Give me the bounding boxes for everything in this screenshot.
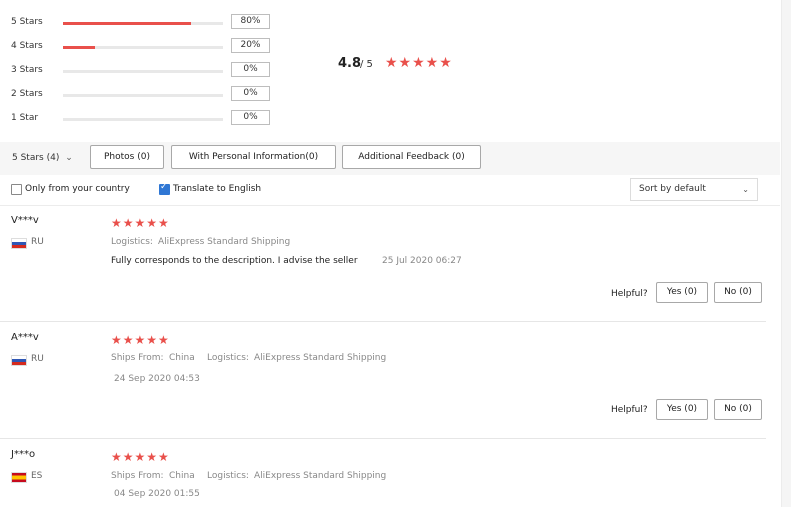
review-stars-icon: ★★★★★ [111,333,170,347]
logistics-value: AliExpress Standard Shipping [254,471,387,481]
review-date: 04 Sep 2020 01:55 [114,489,200,499]
average-rating: 4.8 [338,56,362,71]
rating-row-1[interactable]: 1 Star 0% [11,110,281,130]
sort-label: Sort by default [639,184,706,194]
review-item: J***o ES ★★★★★ Ships From: China Logisti… [0,439,766,507]
helpful-no-button[interactable]: No (0) [714,282,762,303]
reviewer-name: A***v [11,332,39,343]
rating-bar-track [63,118,223,121]
spain-flag-icon [11,472,27,483]
ships-from-value: China [169,353,195,363]
rating-bar-fill [63,46,95,49]
rating-percent: 0% [231,86,270,101]
review-item: V***v RU ★★★★★ Logistics: AliExpress Sta… [0,205,766,322]
review-item: A***v RU ★★★★★ Ships From: China Logisti… [0,322,766,439]
rating-percent: 0% [231,110,270,125]
chevron-down-icon: ⌄ [65,153,73,163]
review-text: Fully corresponds to the description. I … [111,256,358,266]
scrollbar-track[interactable] [781,0,791,507]
rating-summary: 5 Stars 80% 4 Stars 20% 3 Stars 0% 2 Sta… [0,0,780,142]
review-date: 24 Sep 2020 04:53 [114,374,200,384]
rating-bar-track [63,94,223,97]
options-bar: Only from your country Translate to Engl… [0,175,780,206]
rating-row-label: 1 Star [11,113,39,123]
only-country-checkbox[interactable] [11,184,22,195]
filter-bar: 5 Stars (4) ⌄ Photos (0) With Personal I… [0,142,780,175]
rating-scale: / 5 [360,59,373,70]
review-stars-icon: ★★★★★ [111,216,170,230]
rating-row-2[interactable]: 2 Stars 0% [11,86,281,106]
rating-row-label: 5 Stars [11,17,43,27]
translate-checkbox[interactable] [159,182,170,195]
rating-bar-fill [63,22,191,25]
rating-bar-track [63,46,223,49]
review-date: 25 Jul 2020 06:27 [382,256,462,266]
russia-flag-icon [11,355,27,366]
helpful-yes-button[interactable]: Yes (0) [656,282,708,303]
rating-bar-track [63,70,223,73]
average-stars-icon: ★★★★★ [385,55,453,71]
ships-from-label: Ships From: [111,471,164,481]
ships-from-value: China [169,471,195,481]
helpful-no-button[interactable]: No (0) [714,399,762,420]
reviewer-country: ES [31,471,43,481]
photos-filter-button[interactable]: Photos (0) [90,145,164,169]
helpful-label: Helpful? [611,405,648,415]
logistics-value: AliExpress Standard Shipping [254,353,387,363]
rating-percent: 0% [231,62,270,77]
chevron-down-icon: ⌄ [742,185,749,194]
rating-percent: 20% [231,38,270,53]
logistics-label: Logistics: [111,237,153,247]
reviewer-name: V***v [11,215,39,226]
rating-row-label: 4 Stars [11,41,43,51]
reviewer-country: RU [31,237,44,247]
russia-flag-icon [11,238,27,249]
review-stars-icon: ★★★★★ [111,450,170,464]
only-country-label: Only from your country [25,184,130,194]
reviewer-name: J***o [11,449,36,460]
star-filter-label: 5 Stars (4) [12,153,60,163]
rating-row-5[interactable]: 5 Stars 80% [11,14,281,34]
rating-bar-track [63,22,223,25]
helpful-label: Helpful? [611,289,648,299]
ships-from-label: Ships From: [111,353,164,363]
rating-row-label: 2 Stars [11,89,43,99]
additional-feedback-filter-button[interactable]: Additional Feedback (0) [342,145,481,169]
helpful-yes-button[interactable]: Yes (0) [656,399,708,420]
rating-row-3[interactable]: 3 Stars 0% [11,62,281,82]
reviewer-country: RU [31,354,44,364]
translate-label: Translate to English [173,184,262,194]
logistics-value: AliExpress Standard Shipping [158,237,291,247]
sort-dropdown[interactable]: Sort by default ⌄ [630,178,758,201]
rating-percent: 80% [231,14,270,29]
logistics-label: Logistics: [207,353,249,363]
personal-info-filter-button[interactable]: With Personal Information(0) [171,145,336,169]
scrollbar-thumb[interactable] [783,0,790,507]
logistics-label: Logistics: [207,471,249,481]
star-filter-dropdown[interactable]: 5 Stars (4) ⌄ [12,153,73,163]
rating-row-4[interactable]: 4 Stars 20% [11,38,281,58]
rating-row-label: 3 Stars [11,65,43,75]
